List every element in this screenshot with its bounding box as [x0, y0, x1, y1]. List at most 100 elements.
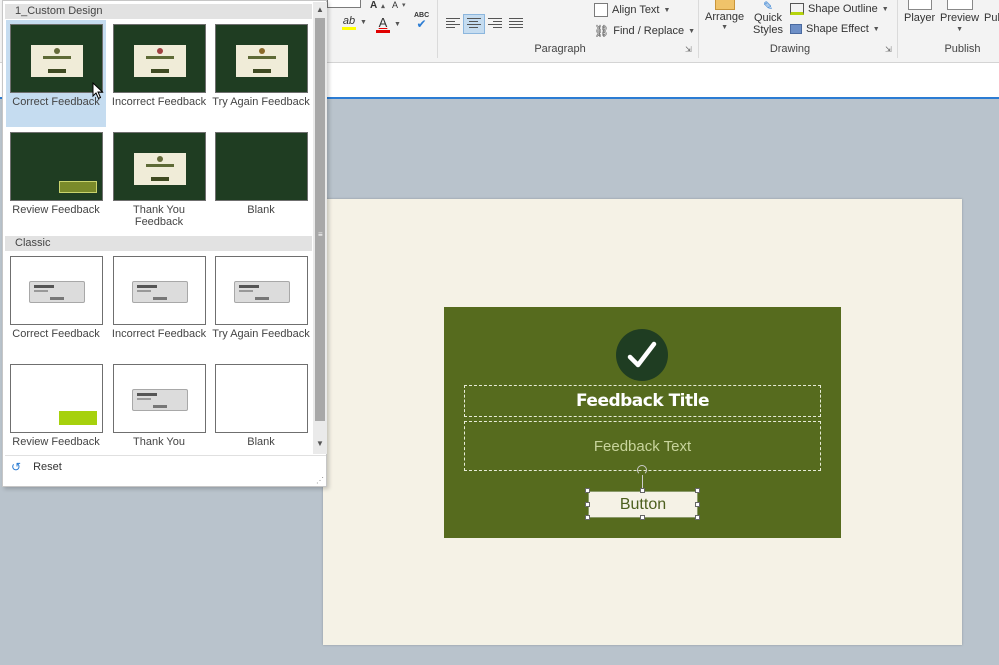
layout-tile-correct-feedback[interactable]: Correct Feedback — [6, 20, 106, 127]
resize-handle-r[interactable] — [695, 502, 700, 507]
reset-layout-button[interactable]: ↺ Reset — [5, 455, 326, 477]
resize-handle-l[interactable] — [585, 502, 590, 507]
layout-tile-blank-custom[interactable]: Blank — [211, 128, 311, 216]
quick-styles-button[interactable]: ✎ Quick Styles — [750, 0, 786, 36]
layout-thumbnail — [9, 256, 103, 325]
layout-thumbnail — [112, 24, 206, 93]
layout-thumbnail — [9, 364, 103, 433]
quick-styles-label: Quick Styles — [753, 12, 783, 36]
align-text-label: Align Text — [612, 4, 660, 16]
checkmark-icon[interactable] — [616, 329, 668, 381]
arrange-button[interactable]: Arrange ▼ — [705, 0, 744, 31]
layout-tile-label: Incorrect Feedback — [111, 328, 207, 340]
align-text-icon — [594, 3, 608, 17]
layout-tile-classic-thank-you[interactable]: Thank You — [109, 360, 209, 448]
scroll-up-icon[interactable]: ▲ — [316, 5, 324, 14]
font-size-box[interactable] — [327, 0, 361, 8]
scroll-down-icon[interactable]: ▼ — [316, 439, 324, 448]
mouse-cursor-icon — [92, 82, 104, 100]
feedback-text-placeholder[interactable]: Feedback Text — [464, 421, 821, 471]
find-replace-label: Find / Replace — [613, 25, 685, 37]
shape-effect-label: Shape Effect — [806, 23, 869, 35]
player-label: Player — [904, 12, 936, 24]
shape-outline-label: Shape Outline — [808, 3, 878, 15]
rotate-handle-icon[interactable] — [637, 465, 647, 475]
layout-tile-classic-try-again-feedback[interactable]: Try Again Feedback — [211, 252, 311, 340]
slide-canvas[interactable]: Feedback Title Feedback Text Button — [323, 199, 962, 645]
preview-button[interactable]: Preview ▼ — [940, 0, 979, 33]
layout-tile-label: Blank — [247, 204, 275, 216]
layout-tile-classic-incorrect-feedback[interactable]: Incorrect Feedback — [109, 252, 209, 340]
preview-label: Preview — [940, 12, 980, 24]
resize-handle-tr[interactable] — [695, 488, 700, 493]
layout-tile-label: Try Again Feedback — [212, 96, 310, 108]
feedback-button-shape[interactable]: Button — [588, 491, 698, 518]
layout-tile-label: Correct Feedback — [12, 328, 100, 340]
resize-handle-bl[interactable] — [585, 515, 590, 520]
align-right-icon — [488, 18, 502, 30]
align-left-icon — [446, 18, 460, 30]
player-icon — [907, 0, 932, 10]
quick-styles-icon: ✎ — [762, 0, 774, 13]
highlight-color-button[interactable]: ab ▼ — [342, 15, 367, 30]
publish-button-label: Pub — [984, 12, 999, 24]
font-color-icon: A — [378, 15, 388, 30]
align-center-button[interactable] — [463, 14, 485, 34]
shape-effect-icon — [790, 24, 802, 34]
find-replace-button[interactable]: ⛓ Find / Replace ▼ — [594, 24, 695, 38]
justify-button[interactable] — [509, 18, 523, 30]
check-icon: ✔ — [416, 17, 427, 31]
layout-tile-incorrect-feedback[interactable]: Incorrect Feedback — [109, 20, 209, 108]
layout-thumbnail — [9, 132, 103, 201]
layout-tile-classic-review-feedback[interactable]: Review Feedback — [6, 360, 106, 448]
publish-button[interactable]: Pub — [984, 12, 999, 24]
resize-handle-b[interactable] — [640, 515, 645, 520]
layout-thumbnail — [214, 132, 308, 201]
align-text-button[interactable]: Align Text ▼ — [594, 3, 670, 17]
layout-gallery-dropdown: 1_Custom Design Correct Feedback Incorre… — [2, 0, 327, 487]
highlight-icon: ab — [342, 15, 356, 27]
feedback-card[interactable]: Feedback Title Feedback Text Button — [444, 307, 841, 538]
preview-icon — [946, 0, 973, 10]
resize-handle-tl[interactable] — [585, 488, 590, 493]
feedback-title-placeholder[interactable]: Feedback Title — [464, 385, 821, 417]
shape-outline-icon — [790, 3, 804, 15]
spelling-button[interactable]: ABC ✔ — [414, 12, 429, 31]
shrink-font-icon[interactable]: A ▾ — [392, 0, 406, 10]
align-left-button[interactable] — [446, 18, 460, 30]
layout-thumbnail — [112, 364, 206, 433]
resize-handle-br[interactable] — [695, 515, 700, 520]
layout-tile-classic-correct-feedback[interactable]: Correct Feedback — [6, 252, 106, 340]
grip-icon: ≡ — [318, 230, 323, 239]
shape-outline-button[interactable]: Shape Outline ▼ — [790, 3, 889, 15]
layout-thumbnail — [112, 256, 206, 325]
player-button[interactable]: Player — [904, 0, 935, 24]
paragraph-launcher-icon[interactable]: ⇲ — [685, 45, 692, 54]
feedback-title: Feedback Title — [575, 391, 710, 411]
layout-tile-label: Incorrect Feedback — [111, 96, 207, 108]
gallery-scrollbar[interactable]: ▲ ≡ ▼ — [313, 2, 327, 454]
grow-font-icon[interactable]: A ▴ — [370, 0, 385, 11]
align-right-button[interactable] — [488, 18, 502, 30]
resize-grip-icon[interactable]: ⋰ — [316, 476, 324, 485]
arrange-label: Arrange — [705, 11, 745, 23]
feedback-button-label: Button — [619, 495, 667, 513]
resize-handle-t[interactable] — [640, 488, 645, 493]
drawing-group-label: Drawing — [769, 43, 811, 55]
section-header-custom: 1_Custom Design — [5, 4, 312, 19]
layout-tile-review-feedback[interactable]: Review Feedback — [6, 128, 106, 216]
layout-tile-try-again-feedback[interactable]: Try Again Feedback — [211, 20, 311, 108]
font-color-button[interactable]: A ▼ — [376, 15, 401, 33]
arrange-icon — [714, 0, 735, 10]
drawing-launcher-icon[interactable]: ⇲ — [885, 45, 892, 54]
layout-tile-thank-you-feedback[interactable]: Thank You Feedback — [109, 128, 209, 228]
layout-tile-classic-blank[interactable]: Blank — [211, 360, 311, 448]
justify-icon — [509, 18, 523, 30]
shape-effect-button[interactable]: Shape Effect ▼ — [790, 23, 880, 35]
layout-tile-label: Correct Feedback — [12, 96, 100, 108]
feedback-text: Feedback Text — [593, 437, 692, 455]
layout-thumbnail — [214, 364, 308, 433]
scrollbar-thumb[interactable]: ≡ — [315, 18, 325, 421]
layout-tile-label: Review Feedback — [12, 436, 100, 448]
layout-thumbnail — [214, 24, 308, 93]
